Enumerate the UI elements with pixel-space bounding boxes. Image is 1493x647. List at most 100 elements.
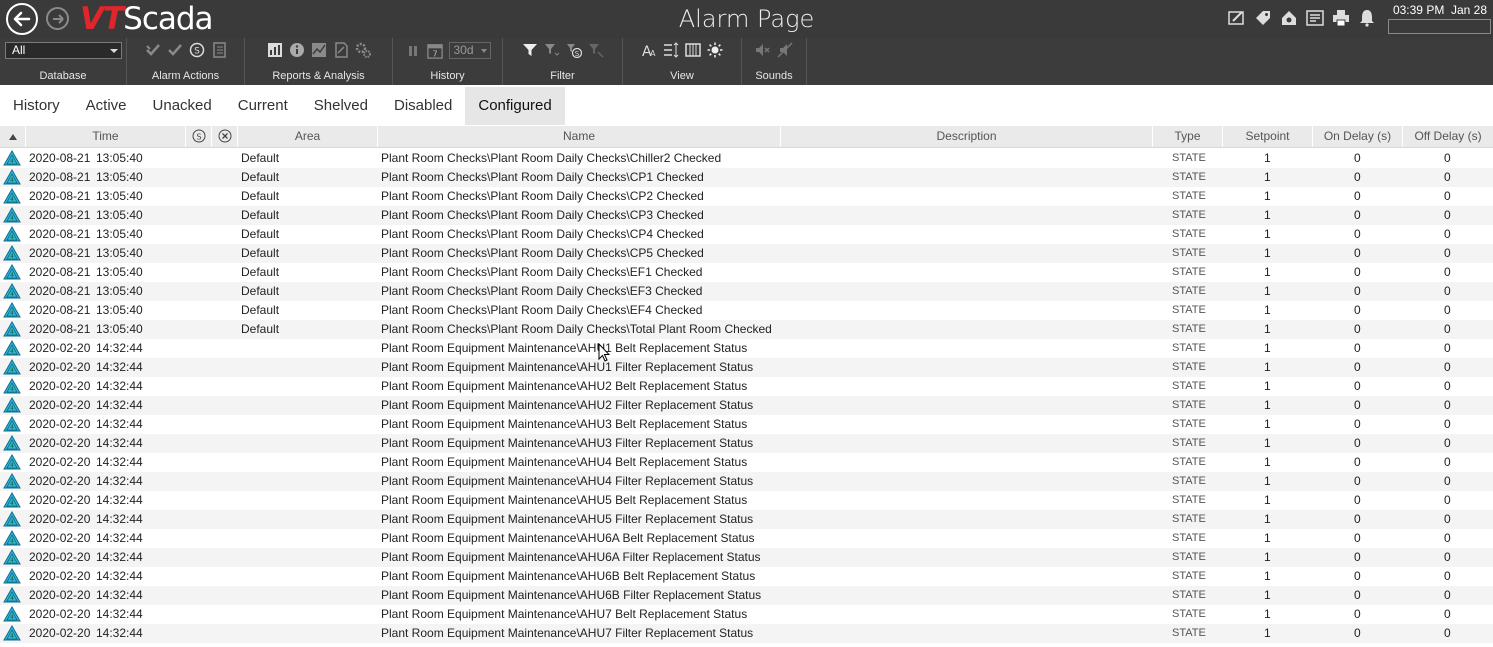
tab-configured[interactable]: Configured (465, 87, 565, 125)
acknowledge-icon[interactable] (167, 42, 183, 58)
report-icon[interactable] (333, 42, 349, 58)
table-row[interactable]: 4 2020-08-21 13:05:40 Default Plant Room… (0, 206, 1493, 225)
column-header-disabled[interactable] (212, 126, 238, 147)
add-list-icon[interactable] (1306, 9, 1324, 27)
column-header-type[interactable]: Type (1153, 126, 1223, 147)
tab-shelved[interactable]: Shelved (301, 87, 381, 125)
table-row[interactable]: 4 2020-02-20 14:32:44 Plant Room Equipme… (0, 491, 1493, 510)
column-header-setpoint[interactable]: Setpoint (1223, 126, 1313, 147)
tab-unacked[interactable]: Unacked (140, 87, 225, 125)
row-off-delay: 0 (1444, 436, 1451, 450)
table-row[interactable]: 4 2020-02-20 14:32:44 Plant Room Equipme… (0, 377, 1493, 396)
bell-icon[interactable] (1358, 9, 1376, 27)
table-row[interactable]: 4 2020-08-21 13:05:40 Default Plant Room… (0, 187, 1493, 206)
database-select[interactable]: All (5, 42, 122, 59)
table-row[interactable]: 4 2020-02-20 14:32:44 Plant Room Equipme… (0, 472, 1493, 491)
mute-icon[interactable] (755, 42, 771, 58)
row-name: Plant Room Equipment Maintenance\AHU3 Fi… (381, 436, 754, 450)
table-row[interactable]: 4 2020-02-20 14:32:44 Plant Room Equipme… (0, 605, 1493, 624)
table-row[interactable]: 4 2020-02-20 14:32:44 Plant Room Equipme… (0, 586, 1493, 605)
row-on-delay: 0 (1354, 626, 1361, 640)
column-header-time[interactable]: Time (26, 126, 186, 147)
row-setpoint: 1 (1264, 569, 1271, 583)
row-on-delay: 0 (1354, 227, 1361, 241)
font-size-icon[interactable]: AA (641, 42, 657, 58)
brightness-icon[interactable] (707, 42, 723, 58)
column-header-name[interactable]: Name (378, 126, 781, 147)
row-height-icon[interactable] (663, 42, 679, 58)
tab-active[interactable]: Active (73, 87, 140, 125)
row-type: STATE (1172, 437, 1206, 449)
row-type: STATE (1172, 228, 1206, 240)
table-row[interactable]: 4 2020-02-20 14:32:44 Plant Room Equipme… (0, 453, 1493, 472)
table-row[interactable]: 4 2020-02-20 14:32:44 Plant Room Equipme… (0, 396, 1493, 415)
row-type: STATE (1172, 494, 1206, 506)
table-row[interactable]: 4 2020-08-21 13:05:40 Default Plant Room… (0, 301, 1493, 320)
silence-icon[interactable] (777, 42, 793, 58)
row-name: Plant Room Equipment Maintenance\AHU7 Be… (381, 607, 748, 621)
print-icon[interactable] (1332, 9, 1350, 27)
table-row[interactable]: 4 2020-02-20 14:32:44 Plant Room Equipme… (0, 567, 1493, 586)
row-time: 14:32:44 (96, 569, 143, 583)
table-row[interactable]: 4 2020-02-20 14:32:44 Plant Room Equipme… (0, 548, 1493, 567)
filter-icon[interactable] (522, 42, 538, 58)
table-row[interactable]: 4 2020-02-20 14:32:44 Plant Room Equipme… (0, 415, 1493, 434)
table-row[interactable]: 4 2020-02-20 14:32:44 Plant Room Equipme… (0, 624, 1493, 643)
draw-icon[interactable] (1228, 9, 1246, 27)
row-area: Default (241, 284, 280, 298)
row-time: 14:32:44 (96, 550, 143, 564)
column-header-on-delay[interactable]: On Delay (s) (1313, 126, 1403, 147)
table-row[interactable]: 4 2020-08-21 13:05:40 Default Plant Room… (0, 263, 1493, 282)
table-row[interactable]: 4 2020-02-20 14:32:44 Plant Room Equipme… (0, 434, 1493, 453)
row-time: 14:32:44 (96, 531, 143, 545)
column-header-off-delay[interactable]: Off Delay (s) (1403, 126, 1493, 147)
table-row[interactable]: 4 2020-08-21 13:05:40 Default Plant Room… (0, 320, 1493, 339)
row-date: 2020-08-21 (29, 189, 91, 203)
column-header-shelved[interactable]: S (186, 126, 212, 147)
history-range-select[interactable]: 30d (448, 42, 491, 59)
row-name: Plant Room Equipment Maintenance\AHU4 Be… (381, 455, 748, 469)
calendar-icon[interactable]: 7 (426, 43, 443, 59)
table-row[interactable]: 4 2020-02-20 14:32:44 Plant Room Equipme… (0, 529, 1493, 548)
acknowledge-all-icon[interactable] (145, 42, 161, 58)
shelve-icon[interactable]: S (189, 42, 205, 58)
row-date: 2020-02-20 (29, 531, 91, 545)
column-header-area[interactable]: Area (238, 126, 378, 147)
table-row[interactable]: 4 2020-08-21 13:05:40 Default Plant Room… (0, 149, 1493, 168)
trend-icon[interactable] (311, 42, 327, 58)
home-settings-icon[interactable] (1280, 9, 1298, 27)
row-date: 2020-08-21 (29, 284, 91, 298)
tab-current[interactable]: Current (225, 87, 301, 125)
filter-shelved-icon[interactable]: S (566, 42, 582, 58)
notes-icon[interactable] (211, 42, 227, 58)
columns-icon[interactable] (685, 42, 701, 58)
pause-icon[interactable] (405, 43, 421, 59)
table-row[interactable]: 4 2020-08-21 13:05:40 Default Plant Room… (0, 225, 1493, 244)
column-header-description[interactable]: Description (781, 126, 1153, 147)
row-off-delay: 0 (1444, 341, 1451, 355)
table-row[interactable]: 4 2020-08-21 13:05:40 Default Plant Room… (0, 168, 1493, 187)
row-type: STATE (1172, 627, 1206, 639)
svg-text:S: S (194, 47, 200, 57)
tab-disabled[interactable]: Disabled (381, 87, 465, 125)
table-row[interactable]: 4 2020-02-20 14:32:44 Plant Room Equipme… (0, 510, 1493, 529)
table-row[interactable]: 4 2020-08-21 13:05:40 Default Plant Room… (0, 244, 1493, 263)
bar-chart-icon[interactable] (267, 42, 283, 58)
clock-input[interactable] (1388, 19, 1491, 34)
toolbar-group-reports: Reports & Analysis (245, 38, 393, 85)
table-row[interactable]: 4 2020-08-21 13:05:40 Default Plant Room… (0, 282, 1493, 301)
sort-column-header[interactable] (0, 126, 26, 147)
row-name: Plant Room Checks\Plant Room Daily Check… (381, 189, 704, 203)
row-name: Plant Room Equipment Maintenance\AHU2 Be… (381, 379, 748, 393)
settings-icon[interactable] (355, 42, 371, 58)
tag-icon[interactable] (1254, 9, 1272, 27)
row-time: 14:32:44 (96, 398, 143, 412)
table-row[interactable]: 4 2020-02-20 14:32:44 Plant Room Equipme… (0, 339, 1493, 358)
info-icon[interactable] (289, 42, 305, 58)
clear-filter-icon[interactable] (588, 42, 604, 58)
tab-history[interactable]: History (0, 87, 73, 125)
row-type: STATE (1172, 209, 1206, 221)
filter-dropdown-icon[interactable] (544, 42, 560, 58)
table-row[interactable]: 4 2020-02-20 14:32:44 Plant Room Equipme… (0, 358, 1493, 377)
row-name: Plant Room Checks\Plant Room Daily Check… (381, 227, 704, 241)
